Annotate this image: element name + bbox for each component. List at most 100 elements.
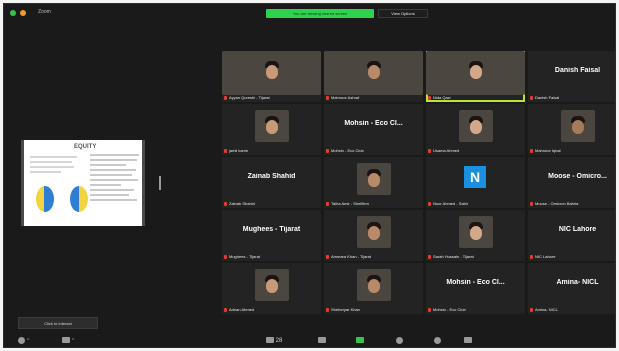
zoom-window: Zoom You are viewing shared screen View … <box>3 3 616 348</box>
participant-video <box>356 163 391 195</box>
participant-tile[interactable]: Usama Ahmed <box>426 104 525 155</box>
chat-button[interactable] <box>318 336 326 346</box>
chat-icon <box>318 337 326 344</box>
participants-count: 28 <box>275 338 283 344</box>
participant-video <box>356 269 391 301</box>
participant-display-name: Danish Faisal <box>554 67 601 74</box>
participant-video <box>356 216 391 248</box>
participant-tile[interactable]: Nida Qazi <box>426 51 525 102</box>
participant-display-name: Moose - Omicro... <box>548 173 607 180</box>
participant-name-label: Amina- NICL <box>530 306 615 313</box>
more-button[interactable] <box>464 336 472 346</box>
window-controls[interactable] <box>10 10 26 16</box>
muted-mic-icon <box>530 255 533 259</box>
participant-tile[interactable]: jamil karim <box>222 104 321 155</box>
participant-tile[interactable]: Ammara Khan - Tijarat <box>324 210 423 261</box>
participant-name-label: Ayyan Qureshi - Tijarat <box>224 94 319 101</box>
participant-name-label: Usama Ahmed <box>428 147 523 154</box>
muted-mic-icon <box>428 149 431 153</box>
share-screen-button[interactable] <box>356 336 364 346</box>
participant-video <box>324 51 423 95</box>
muted-mic-icon <box>326 255 329 259</box>
participant-tile[interactable]: Mohsin - Eco Cl... Mohsin - Eco Club <box>324 104 423 155</box>
muted-mic-icon <box>530 96 533 100</box>
participant-tile[interactable]: Ayyan Qureshi - Tijarat <box>222 51 321 102</box>
participant-tile[interactable]: Amina- NICL Amina- NICL <box>528 263 615 314</box>
share-screen-icon <box>356 337 364 344</box>
participant-name-label: Adnan Ahmed <box>224 306 319 313</box>
participant-name-label: Sarah Hussain - Tijarat <box>428 253 523 260</box>
audio-button[interactable]: ^ <box>18 336 29 346</box>
participant-name-label: Noor Ahmed - Sabir <box>428 200 523 207</box>
record-icon <box>396 336 403 344</box>
participant-video <box>458 216 493 248</box>
participant-tile[interactable]: Zainab Shahid Zainab Shahid <box>222 157 321 208</box>
participants-icon <box>266 337 274 344</box>
chevron-up-icon: ^ <box>27 338 30 344</box>
participant-avatar: N <box>464 166 486 188</box>
participant-tile[interactable]: Talha Amir - Shellfirm <box>324 157 423 208</box>
participant-name-label: Sheheryar Khan <box>326 306 421 313</box>
chevron-up-icon: ^ <box>72 338 75 344</box>
title-bar: Zoom You are viewing shared screen View … <box>4 4 615 24</box>
muted-mic-icon <box>428 96 431 100</box>
participant-tile[interactable]: Danish Faisal Danish Faisal <box>528 51 615 102</box>
participant-video <box>426 51 525 95</box>
microphone-icon <box>18 336 25 344</box>
record-button[interactable] <box>396 336 403 346</box>
participant-tile[interactable]: Mahnoor Iqbal <box>528 104 615 155</box>
participant-name-label: NIC Lahore <box>530 253 615 260</box>
participant-name-label: Ammara Khan - Tijarat <box>326 253 421 260</box>
slide-text-block <box>30 156 82 176</box>
screen-share-banner: You are viewing shared screen <box>266 9 374 18</box>
pie-graphic <box>36 186 54 212</box>
camera-icon <box>62 337 70 344</box>
participant-name-label: Mahnoor Iqbal <box>530 147 615 154</box>
participant-video <box>254 269 289 301</box>
participant-tile[interactable]: Mughees - Tijarat Mughees - Tijarat <box>222 210 321 261</box>
participant-display-name: Mohsin - Eco Cl... <box>446 279 505 286</box>
video-button[interactable]: ^ <box>62 336 74 346</box>
participant-name-label: Talha Amir - Shellfirm <box>326 200 421 207</box>
muted-mic-icon <box>224 202 227 206</box>
window-title: Zoom <box>38 9 51 15</box>
muted-mic-icon <box>326 96 329 100</box>
participant-video <box>254 110 289 142</box>
muted-mic-icon <box>428 202 431 206</box>
reactions-button[interactable] <box>434 336 441 346</box>
participant-tile[interactable]: Mohsin - Eco Cl... Mohsin - Eco Club <box>426 263 525 314</box>
pie-graphic <box>70 186 88 212</box>
participant-name-label: Mughees - Tijarat <box>224 253 319 260</box>
meeting-toolbar: ^ ^ 28 <box>4 334 615 347</box>
participant-tile[interactable]: Sarah Hussain - Tijarat <box>426 210 525 261</box>
view-options-button[interactable]: View Options <box>378 9 428 18</box>
muted-mic-icon <box>224 308 227 312</box>
participant-tile[interactable]: Moose - Omicro... Moose - Omicron Bahria <box>528 157 615 208</box>
muted-mic-icon <box>224 255 227 259</box>
participant-tile[interactable]: Mahnoor Ashraf <box>324 51 423 102</box>
muted-mic-icon <box>224 96 227 100</box>
participant-tile[interactable]: Sheheryar Khan <box>324 263 423 314</box>
participant-name-label: jamil karim <box>224 147 319 154</box>
participant-name-label: Zainab Shahid <box>224 200 319 207</box>
participants-button[interactable]: 28 <box>266 336 282 346</box>
shared-screen[interactable]: EQUITY <box>21 140 145 226</box>
participant-tile[interactable]: NIC Lahore NIC Lahore <box>528 210 615 261</box>
participant-tile[interactable]: Adnan Ahmed <box>222 263 321 314</box>
participant-name-label: Danish Faisal <box>530 94 615 101</box>
participant-display-name: Mughees - Tijarat <box>242 226 301 233</box>
participant-video <box>222 51 321 95</box>
participant-display-name: Amina- NICL <box>556 279 599 286</box>
participant-video <box>458 110 493 142</box>
interact-button[interactable]: Click to Interact <box>18 317 98 329</box>
participant-tile[interactable]: N Noor Ahmed - Sabir <box>426 157 525 208</box>
security-shield-icon[interactable] <box>10 10 16 16</box>
muted-mic-icon <box>326 149 329 153</box>
splitter-handle[interactable] <box>159 176 161 190</box>
participant-name-label: Mohsin - Eco Club <box>326 147 421 154</box>
muted-mic-icon <box>530 202 533 206</box>
participant-name-label: Moose - Omicron Bahria <box>530 200 615 207</box>
muted-mic-icon <box>530 308 533 312</box>
muted-mic-icon <box>428 255 431 259</box>
participant-video <box>560 110 595 142</box>
